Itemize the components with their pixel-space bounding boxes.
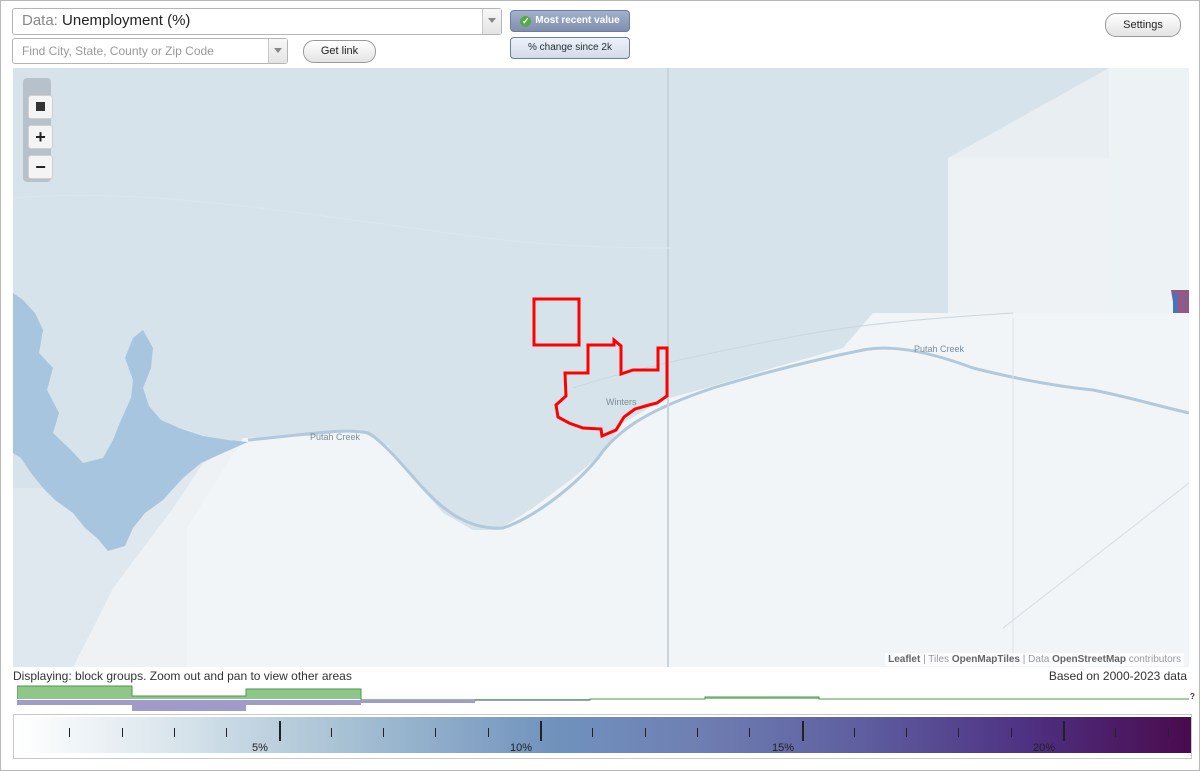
- legend-label: 20%: [1032, 742, 1056, 754]
- legend-label: 10%: [509, 742, 533, 754]
- most-recent-value-label: Most recent value: [535, 15, 620, 26]
- most-recent-value-button[interactable]: ✓ Most recent value: [510, 10, 630, 32]
- legend-minor-tick: [749, 728, 751, 737]
- legend-minor-tick: [330, 728, 332, 737]
- histogram-area-purple: [17, 700, 590, 711]
- data-range-note: Based on 2000-2023 data: [1048, 669, 1187, 683]
- legend-minor-tick: [696, 728, 698, 737]
- leaflet-link[interactable]: Leaflet: [888, 654, 920, 665]
- legend-minor-tick: [69, 728, 71, 737]
- data-variable-select[interactable]: Data: Unemployment (%): [12, 8, 502, 35]
- map-canvas[interactable]: [13, 68, 1189, 667]
- city-label: Winters: [606, 397, 637, 407]
- legend-minor-tick: [1167, 728, 1169, 737]
- map-view[interactable]: Putah Creek Putah Creek Winters + − Leaf…: [13, 68, 1189, 667]
- legend-major-tick: [278, 721, 281, 741]
- legend-minor-tick: [853, 728, 855, 737]
- zoom-out-button[interactable]: −: [28, 155, 53, 179]
- color-legend: 5% 10% 15% 20%: [13, 714, 1192, 759]
- attribution-contributors: contributors: [1125, 654, 1181, 665]
- fit-bounds-button[interactable]: [28, 95, 53, 119]
- creek-label: Putah Creek: [310, 432, 361, 442]
- legend-minor-tick: [958, 728, 960, 737]
- legend-minor-tick: [1010, 728, 1012, 737]
- fit-bounds-icon: [36, 102, 45, 111]
- legend-minor-tick: [644, 728, 646, 737]
- chevron-down-icon[interactable]: [482, 9, 501, 34]
- legend-minor-tick: [121, 728, 123, 737]
- legend-major-tick: [801, 721, 804, 741]
- distribution-histogram: [17, 685, 1189, 711]
- legend-major-tick: [1063, 721, 1065, 741]
- legend-label: 5%: [252, 742, 268, 754]
- data-select-prefix: Data:: [22, 12, 58, 29]
- data-select-text: Data: Unemployment (%): [22, 9, 190, 33]
- location-search-input[interactable]: [13, 39, 272, 63]
- histogram-area-green: [17, 685, 1189, 702]
- map-attribution: Leaflet | Tiles OpenMapTiles | Data Open…: [885, 653, 1184, 666]
- data-select-value: Unemployment (%): [62, 12, 191, 29]
- attribution-separator: | Tiles: [920, 654, 952, 665]
- color-gradient-bar: [17, 717, 1191, 753]
- legend-minor-tick: [592, 728, 594, 737]
- location-search-combo[interactable]: [12, 38, 288, 64]
- percent-change-button[interactable]: % change since 2k: [510, 37, 630, 59]
- legend-minor-tick: [383, 728, 385, 737]
- app-frame: Data: Unemployment (%) Get link ✓Most re…: [0, 0, 1200, 771]
- chevron-down-icon[interactable]: [268, 39, 287, 63]
- zoom-control-group: + −: [23, 78, 53, 182]
- legend-minor-tick: [1115, 728, 1117, 737]
- display-level-note: Displaying: block groups. Zoom out and p…: [13, 669, 352, 683]
- get-link-button[interactable]: Get link: [303, 40, 376, 63]
- attribution-separator: | Data: [1020, 654, 1053, 665]
- legend-label: 15%: [771, 742, 795, 754]
- zoom-in-button[interactable]: +: [28, 125, 53, 149]
- check-icon: ✓: [520, 16, 532, 27]
- legend-major-tick: [540, 721, 542, 741]
- histogram-help-marker[interactable]: ?: [1190, 692, 1195, 701]
- legend-minor-tick: [487, 728, 489, 737]
- legend-minor-tick: [435, 728, 437, 737]
- openmaptiles-link[interactable]: OpenMapTiles: [952, 654, 1020, 665]
- settings-button[interactable]: Settings: [1105, 13, 1181, 37]
- openstreetmap-link[interactable]: OpenStreetMap: [1052, 654, 1126, 665]
- legend-minor-tick: [226, 728, 228, 737]
- legend-minor-tick: [173, 728, 175, 737]
- legend-minor-tick: [906, 728, 908, 737]
- creek-label: Putah Creek: [914, 344, 965, 354]
